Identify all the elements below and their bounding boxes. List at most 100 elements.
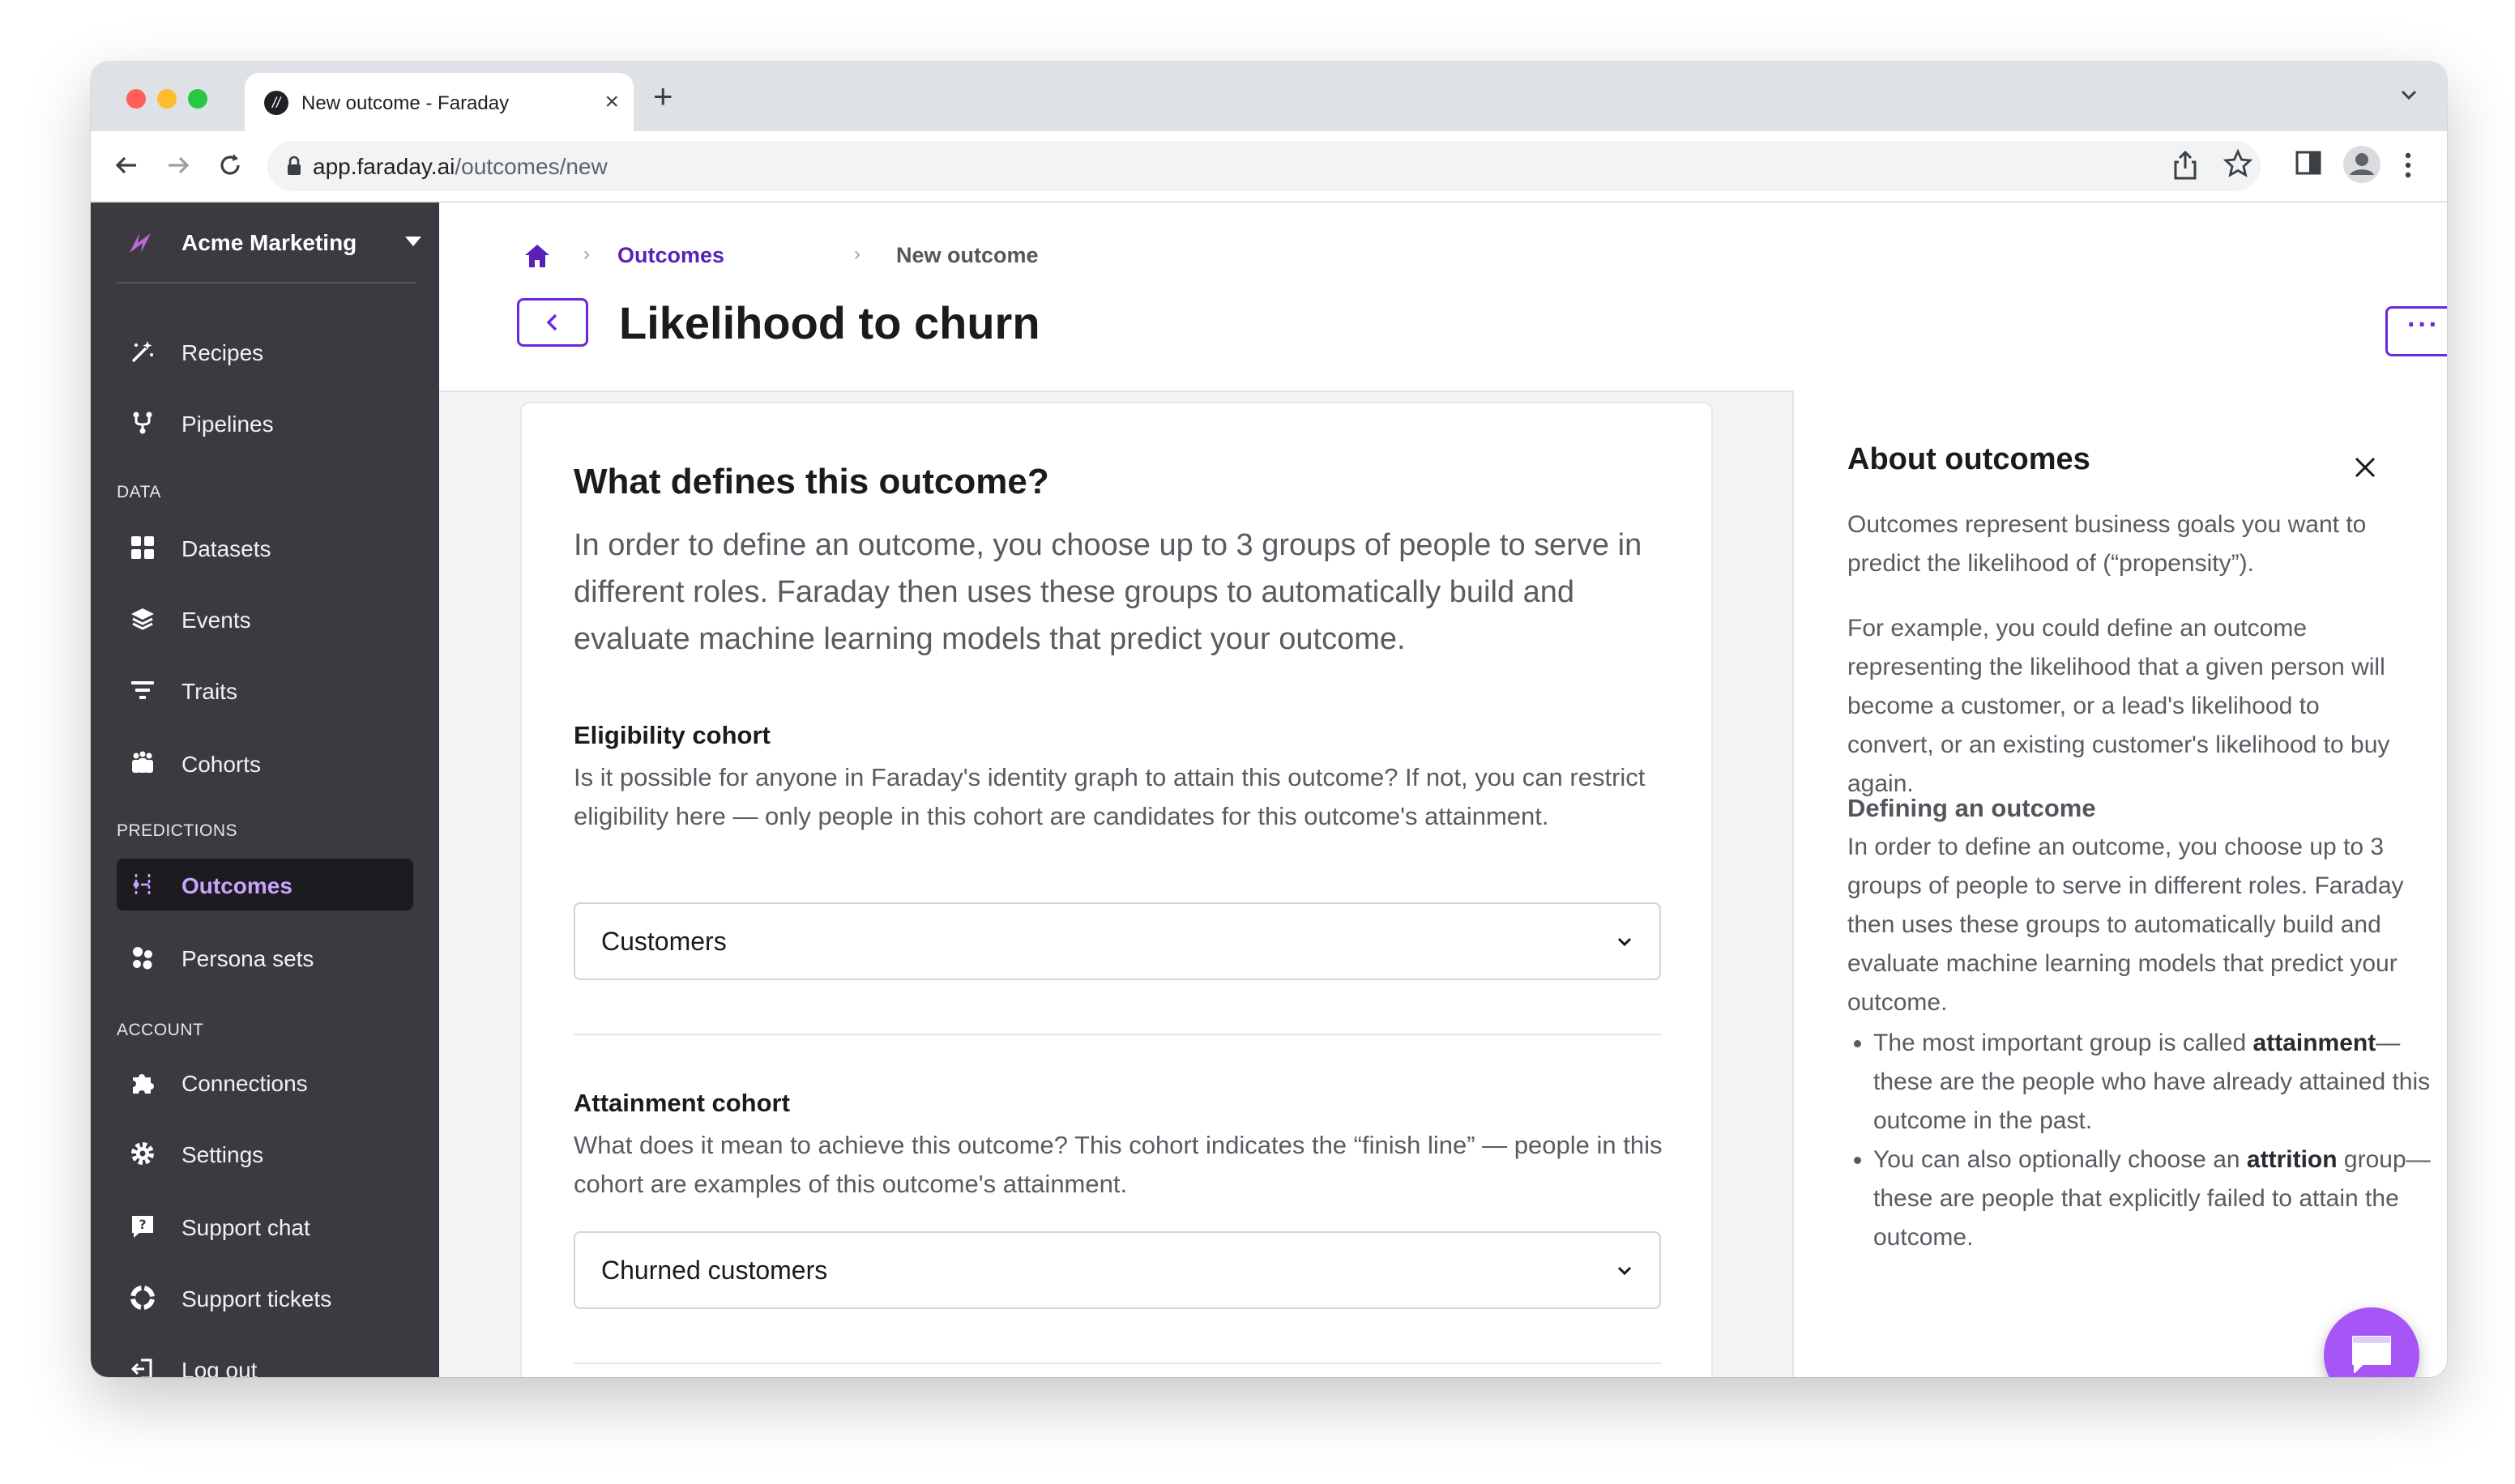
sidebar-item-datasets[interactable]: Datasets <box>117 522 413 574</box>
sidebar-item-log-out[interactable]: Log out <box>117 1343 413 1377</box>
sidebar-item-label: Datasets <box>181 536 271 561</box>
sidebar-item-label: Outcomes <box>181 873 292 898</box>
filter-icon <box>131 681 154 699</box>
workspace-name: Acme Marketing <box>181 230 357 255</box>
card-heading: What defines this outcome? <box>574 462 1049 501</box>
sidebar-item-pipelines[interactable]: Pipelines <box>117 397 413 449</box>
reload-icon[interactable] <box>214 149 246 181</box>
section-divider <box>574 1034 1661 1035</box>
eligibility-cohort-label: Eligibility cohort <box>574 721 771 749</box>
forward-arrow-icon[interactable] <box>162 149 194 181</box>
minimize-window-button[interactable] <box>157 89 177 109</box>
profile-avatar-icon[interactable] <box>2342 144 2382 185</box>
sidebar-item-label: Log out <box>181 1358 258 1377</box>
back-arrow-icon[interactable] <box>110 149 143 181</box>
attainment-cohort-label: Attainment cohort <box>574 1089 790 1117</box>
page-title: Likelihood to churn <box>619 297 1040 348</box>
chevron-left-icon <box>546 313 557 331</box>
list-item: The most important group is called attai… <box>1873 1024 2432 1141</box>
gear-icon <box>131 1142 154 1165</box>
sidebar-item-cohorts[interactable]: Cohorts <box>117 737 413 789</box>
outcome-icon <box>133 874 151 895</box>
browser-tab-active[interactable]: // New outcome - Faraday × <box>245 73 634 131</box>
browser-window: // New outcome - Faraday × + app.faraday… <box>91 62 2447 1377</box>
svg-text:?: ? <box>139 1217 146 1232</box>
sidebar-item-events[interactable]: Events <box>117 593 413 645</box>
about-bullet-list: The most important group is called attai… <box>1847 1024 2432 1257</box>
more-options-button[interactable]: ··· <box>2385 306 2447 356</box>
bookmark-star-icon[interactable] <box>2223 149 2252 178</box>
sidebar-item-label: Support chat <box>181 1215 310 1240</box>
about-paragraph: Outcomes represent business goals you wa… <box>1847 511 2367 577</box>
sidebar-item-outcomes[interactable]: Outcomes <box>117 859 413 910</box>
sidebar-item-label: Events <box>181 608 251 633</box>
sidebar-item-label: Support tickets <box>181 1286 332 1311</box>
sidebar-item-label: Settings <box>181 1142 264 1167</box>
lock-icon[interactable] <box>285 156 303 177</box>
layers-icon <box>131 608 154 630</box>
sidebar-item-traits[interactable]: Traits <box>117 664 413 716</box>
breadcrumb-separator-icon: › <box>854 243 860 265</box>
page-header: › Outcomes › New outcome Likelihood to c… <box>439 203 2447 392</box>
workspace-switcher[interactable]: Acme Marketing <box>117 203 421 284</box>
attainment-cohort-select[interactable]: Churned customers <box>574 1231 1661 1309</box>
new-tab-icon[interactable]: + <box>653 76 673 117</box>
app-root: Acme Marketing Recipes Pipelines DATA Da… <box>91 203 2447 1377</box>
attainment-cohort-help: What does it mean to achieve this outcom… <box>574 1131 1663 1198</box>
logout-icon <box>130 1358 152 1377</box>
sidebar-item-label: Connections <box>181 1071 308 1096</box>
sidebar-item-connections[interactable]: Connections <box>117 1056 413 1108</box>
section-label-account: ACCOUNT <box>117 1021 204 1039</box>
eligibility-cohort-help: Is it possible for anyone in Faraday's i… <box>574 763 1646 830</box>
chevron-down-icon <box>1617 1266 1632 1276</box>
sidebar-item-label: Traits <box>181 679 237 704</box>
browser-menu-icon[interactable] <box>2402 149 2415 181</box>
home-icon[interactable] <box>523 243 551 269</box>
about-outcomes-panel: About outcomes Outcomes represent busine… <box>1792 390 2447 1377</box>
grid-icon <box>131 536 154 559</box>
sidebar-item-label: Recipes <box>181 340 264 365</box>
section-divider <box>574 1362 1661 1364</box>
sidebar-item-support-chat[interactable]: ? Support chat <box>117 1200 413 1252</box>
people-icon <box>132 751 153 773</box>
close-icon[interactable] <box>2353 455 2377 480</box>
tab-close-icon[interactable]: × <box>604 87 619 117</box>
sidebar-item-support-tickets[interactable]: Support tickets <box>117 1272 413 1324</box>
sidebar-item-label: Persona sets <box>181 946 314 971</box>
sidebar: Acme Marketing Recipes Pipelines DATA Da… <box>91 203 439 1377</box>
url-text: app.faraday.ai/outcomes/new <box>313 154 608 179</box>
chevron-down-icon <box>1617 937 1632 947</box>
about-subheading: Defining an outcome <box>1847 794 2096 822</box>
close-window-button[interactable] <box>126 89 146 109</box>
tab-search-chevron-icon[interactable] <box>2397 83 2421 107</box>
outcome-definition-card: What defines this outcome? In order to d… <box>520 402 1713 1377</box>
lifebuoy-icon <box>130 1285 156 1311</box>
breadcrumb-current: New outcome <box>896 243 1039 267</box>
help-chat-icon: ? <box>132 1216 153 1238</box>
eligibility-cohort-value: Customers <box>601 927 727 956</box>
sidebar-item-recipes[interactable]: Recipes <box>117 326 413 377</box>
list-item: You can also optionally choose an attrit… <box>1873 1141 2432 1257</box>
breadcrumb-outcomes-link[interactable]: Outcomes <box>617 243 724 268</box>
sidebar-item-persona-sets[interactable]: Persona sets <box>117 932 413 983</box>
puzzle-icon <box>133 1074 154 1094</box>
back-button[interactable] <box>517 298 588 347</box>
address-bar[interactable]: app.faraday.ai/outcomes/new <box>267 141 2261 191</box>
pipeline-icon <box>133 412 152 434</box>
tab-title: New outcome - Faraday <box>301 92 510 114</box>
faraday-favicon-icon: // <box>264 91 288 115</box>
maximize-window-button[interactable] <box>188 89 207 109</box>
sidebar-item-label: Pipelines <box>181 412 274 437</box>
tab-strip: // New outcome - Faraday × + <box>91 62 2447 131</box>
section-label-data: DATA <box>117 483 161 501</box>
breadcrumb-separator-icon: › <box>583 243 590 265</box>
caret-down-icon[interactable] <box>405 237 421 246</box>
about-paragraph: In order to define an outcome, you choos… <box>1847 834 2404 1016</box>
sidebar-item-settings[interactable]: Settings <box>117 1128 413 1179</box>
sidebar-item-label: Cohorts <box>181 752 262 777</box>
about-paragraph: For example, you could define an outcome… <box>1847 615 2390 797</box>
side-panel-icon[interactable] <box>2295 149 2322 177</box>
eligibility-cohort-select[interactable]: Customers <box>574 902 1661 980</box>
share-icon[interactable] <box>2171 149 2199 181</box>
chat-bubble-icon <box>2352 1336 2391 1373</box>
